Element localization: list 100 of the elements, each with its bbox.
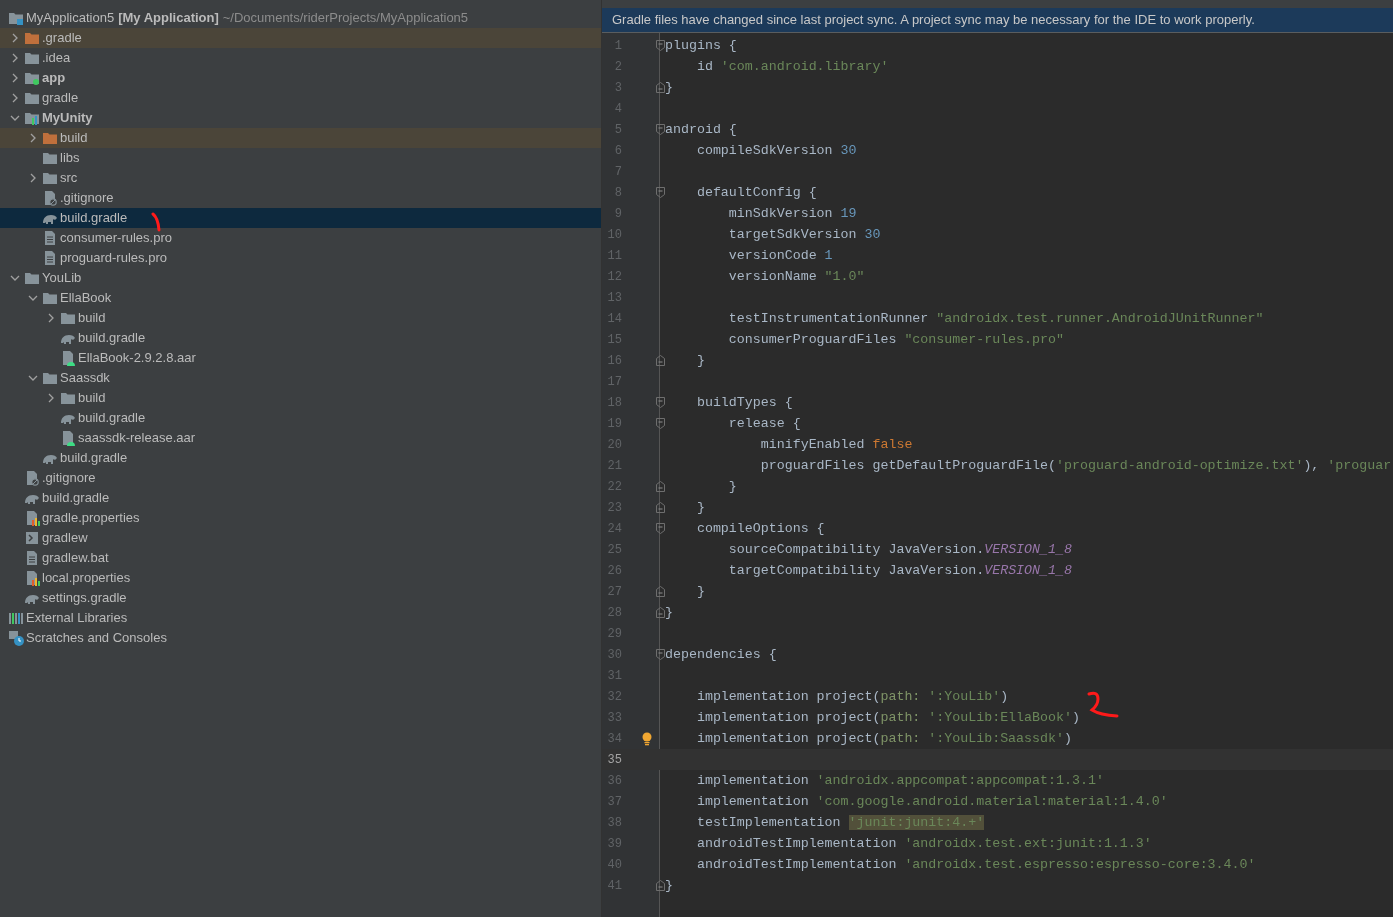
tree-row[interactable]: saassdk-release.aar: [0, 428, 601, 448]
tree-row[interactable]: Saassdk: [0, 368, 601, 388]
fold-marker-icon[interactable]: [656, 124, 665, 135]
collapse-chevron-icon[interactable]: [10, 273, 20, 283]
fold-marker-icon[interactable]: [656, 187, 665, 198]
tree-row[interactable]: gradle.properties: [0, 508, 601, 528]
folder-icon: [24, 50, 40, 66]
fold-marker-icon[interactable]: [656, 502, 665, 513]
tree-row[interactable]: app: [0, 68, 601, 88]
tree-row[interactable]: libs: [0, 148, 601, 168]
file-name: build.gradle: [42, 489, 110, 508]
folder-icon: [60, 390, 76, 406]
fold-marker-icon[interactable]: [656, 418, 665, 429]
tree-row[interactable]: build.gradle: [0, 208, 601, 228]
tree-row[interactable]: local.properties: [0, 568, 601, 588]
expand-chevron-icon[interactable]: [46, 313, 56, 323]
tree-row[interactable]: build: [0, 388, 601, 408]
collapse-chevron-icon[interactable]: [28, 373, 38, 383]
code-line: }: [695, 498, 705, 517]
code-line: targetCompatibility JavaVersion.VERSION_1_8: [727, 561, 1072, 580]
tree-row[interactable]: build.gradle: [0, 488, 601, 508]
fold-marker-icon[interactable]: [656, 649, 665, 660]
tree-row[interactable]: EllaBook-2.9.2.8.aar: [0, 348, 601, 368]
code-line: }: [695, 582, 705, 601]
fold-marker-icon[interactable]: [656, 607, 665, 618]
tree-row[interactable]: build.gradle: [0, 448, 601, 468]
code-line: versionCode 1: [727, 246, 833, 265]
code-line: }: [695, 351, 705, 370]
tree-row[interactable]: build: [0, 308, 601, 328]
tree-row[interactable]: build: [0, 128, 601, 148]
expand-chevron-icon[interactable]: [10, 93, 20, 103]
expand-chevron-icon[interactable]: [46, 393, 56, 403]
tree-row[interactable]: proguard-rules.pro: [0, 248, 601, 268]
tree-row[interactable]: gradlew.bat: [0, 548, 601, 568]
code-line: defaultConfig {: [695, 183, 817, 202]
folder-icon: [42, 170, 58, 186]
fold-marker-icon[interactable]: [656, 523, 665, 534]
tree-row[interactable]: .gitignore: [0, 468, 601, 488]
archive-file-icon: [60, 430, 76, 446]
file-name: gradle.properties: [42, 509, 140, 528]
ignored-file-icon: [24, 470, 40, 486]
fold-marker-icon[interactable]: [656, 586, 665, 597]
expand-chevron-icon[interactable]: [10, 53, 20, 63]
file-name: build.gradle: [78, 329, 146, 348]
collapse-chevron-icon[interactable]: [28, 293, 38, 303]
file-name: libs: [60, 149, 80, 168]
tree-row[interactable]: .gitignore: [0, 188, 601, 208]
code-line: implementation project(path: ':YouLib:Saassdk'): [695, 729, 1072, 748]
scratch-icon: [8, 630, 24, 646]
sync-notification: Gradle files have changed since last project sync. A project sync may be necessary for the IDE to work properly.: [602, 8, 1393, 33]
fold-marker-icon[interactable]: [656, 355, 665, 366]
file-name: build.gradle: [60, 449, 128, 468]
annotation-stroke: [151, 212, 163, 232]
expand-chevron-icon[interactable]: [28, 173, 38, 183]
lightbulb-icon[interactable]: [641, 731, 653, 746]
folder-icon: [42, 290, 58, 306]
code-line: androidTestImplementation 'androidx.test.espresso:espresso-core:3.4.0': [695, 855, 1256, 874]
tree-row[interactable]: .gradle: [0, 28, 601, 48]
file-name: .gitignore: [42, 469, 96, 488]
code-line: buildTypes {: [695, 393, 793, 412]
tree-row[interactable]: .idea: [0, 48, 601, 68]
fold-marker-icon[interactable]: [656, 880, 665, 891]
project-path: ~/Documents/riderProjects/MyApplication5: [222, 9, 469, 28]
collapse-chevron-icon[interactable]: [10, 113, 20, 123]
file-name: EllaBook: [60, 289, 112, 308]
file-name: consumer-rules.pro: [60, 229, 172, 248]
tree-row[interactable]: YouLib: [0, 268, 601, 288]
tree-row[interactable]: Scratches and Consoles: [0, 628, 601, 648]
tree-row[interactable]: MyUnity: [0, 108, 601, 128]
tree-row[interactable]: gradle: [0, 88, 601, 108]
fold-marker-icon[interactable]: [656, 397, 665, 408]
expand-chevron-icon[interactable]: [10, 73, 20, 83]
tree-row[interactable]: settings.gradle: [0, 588, 601, 608]
code-line: }: [665, 603, 673, 622]
tree-row[interactable]: MyApplication5 [My Application] ~/Documents/riderProjects/MyApplication5: [0, 8, 601, 28]
expand-chevron-icon[interactable]: [28, 133, 38, 143]
module-folder-icon: [24, 70, 40, 86]
tree-row[interactable]: consumer-rules.pro: [0, 228, 601, 248]
properties-file-icon: [24, 510, 40, 526]
fold-marker-icon[interactable]: [656, 481, 665, 492]
project-name: MyApplication5: [26, 9, 115, 28]
file-name: .idea: [42, 49, 71, 68]
tree-row[interactable]: build.gradle: [0, 328, 601, 348]
code-line: implementation project(path: ':YouLib'): [695, 687, 1009, 706]
code-line: id 'com.android.library': [695, 57, 889, 76]
expand-chevron-icon[interactable]: [10, 33, 20, 43]
tree-row[interactable]: gradlew: [0, 528, 601, 548]
document-icon: [24, 550, 40, 566]
code-line: versionName "1.0": [727, 267, 865, 286]
line-number: 35: [606, 751, 622, 769]
tree-row[interactable]: src: [0, 168, 601, 188]
tree-row[interactable]: External Libraries: [0, 608, 601, 628]
terminal-file-icon: [24, 530, 40, 546]
tree-row[interactable]: EllaBook: [0, 288, 601, 308]
fold-marker-icon[interactable]: [656, 40, 665, 51]
tree-row[interactable]: build.gradle: [0, 408, 601, 428]
fold-marker-icon[interactable]: [656, 82, 665, 93]
code-line: sourceCompatibility JavaVersion.VERSION_1_8: [727, 540, 1072, 559]
folder-icon: [42, 130, 58, 146]
code-line: dependencies {: [665, 645, 777, 664]
